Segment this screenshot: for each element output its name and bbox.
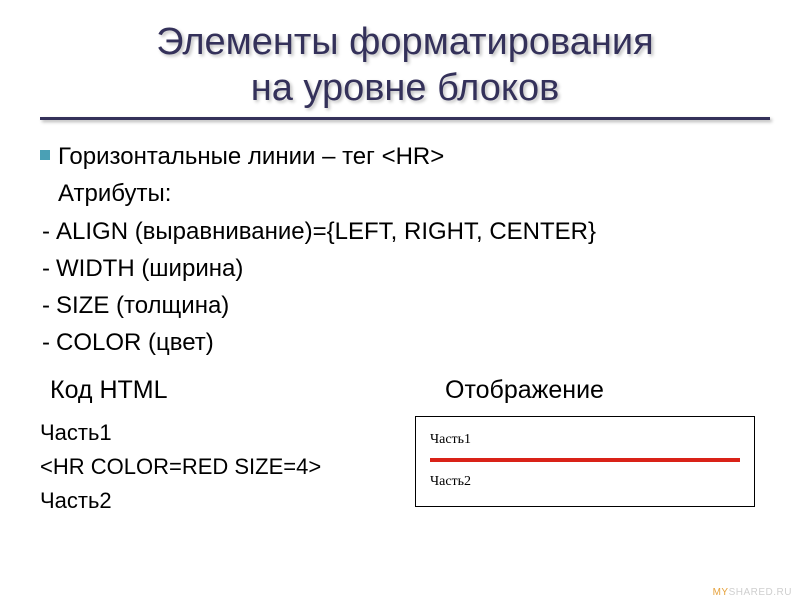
render-line-2: Часть2 [430,471,740,493]
slide: Элементы форматирования на уровне блоков… [0,0,800,600]
attr-text: SIZE (толщина) [56,287,229,324]
display-column: Отображение Часть1 Часть2 [415,371,770,518]
columns: Код HTML Часть1 <HR COLOR=RED SIZE=4> Ча… [40,371,770,518]
watermark-rest: SHARED.RU [729,587,792,598]
attr-item-align: - ALIGN (выравнивание)={LEFT, RIGHT, CEN… [40,213,770,250]
dash-icon: - [42,250,50,287]
render-example-box: Часть1 Часть2 [415,416,755,507]
bullet-text: Горизонтальные линии – тег <HR> [58,138,444,175]
dash-icon: - [42,324,50,361]
title-line-2: на уровне блоков [251,67,560,109]
watermark: MYSHARED.RU [713,587,792,598]
watermark-my: MY [713,587,729,598]
content-area: Горизонтальные линии – тег <HR> Атрибуты… [40,138,770,518]
bullet-text-prefix: Горизонтальные линии – тег [58,143,382,170]
code-line-2: <HR COLOR=RED SIZE=4> [40,450,395,484]
code-column: Код HTML Часть1 <HR COLOR=RED SIZE=4> Ча… [40,371,395,518]
attributes-label: Атрибуты: [58,175,770,212]
attr-text: ALIGN (выравнивание)={LEFT, RIGHT, CENTE… [56,213,596,250]
title-line-1: Элементы форматирования [156,21,653,63]
render-line-1: Часть1 [430,429,740,451]
attr-item-size: - SIZE (толщина) [40,287,770,324]
attr-item-width: - WIDTH (ширина) [40,250,770,287]
code-line-1: Часть1 [40,416,395,450]
hr-red-line [430,458,740,462]
code-column-head: Код HTML [50,371,395,410]
bullet-text-tag: <HR> [382,143,445,170]
attr-item-color: - COLOR (цвет) [40,324,770,361]
dash-icon: - [42,213,50,250]
bullet-item-1: Горизонтальные линии – тег <HR> [40,138,770,175]
attr-text: COLOR (цвет) [56,324,214,361]
square-bullet-icon [40,150,50,160]
title-underline [40,117,770,120]
slide-title: Элементы форматирования на уровне блоков [40,20,770,111]
display-column-head: Отображение [445,371,770,410]
attr-text: WIDTH (ширина) [56,250,243,287]
dash-icon: - [42,287,50,324]
code-line-3: Часть2 [40,484,395,518]
